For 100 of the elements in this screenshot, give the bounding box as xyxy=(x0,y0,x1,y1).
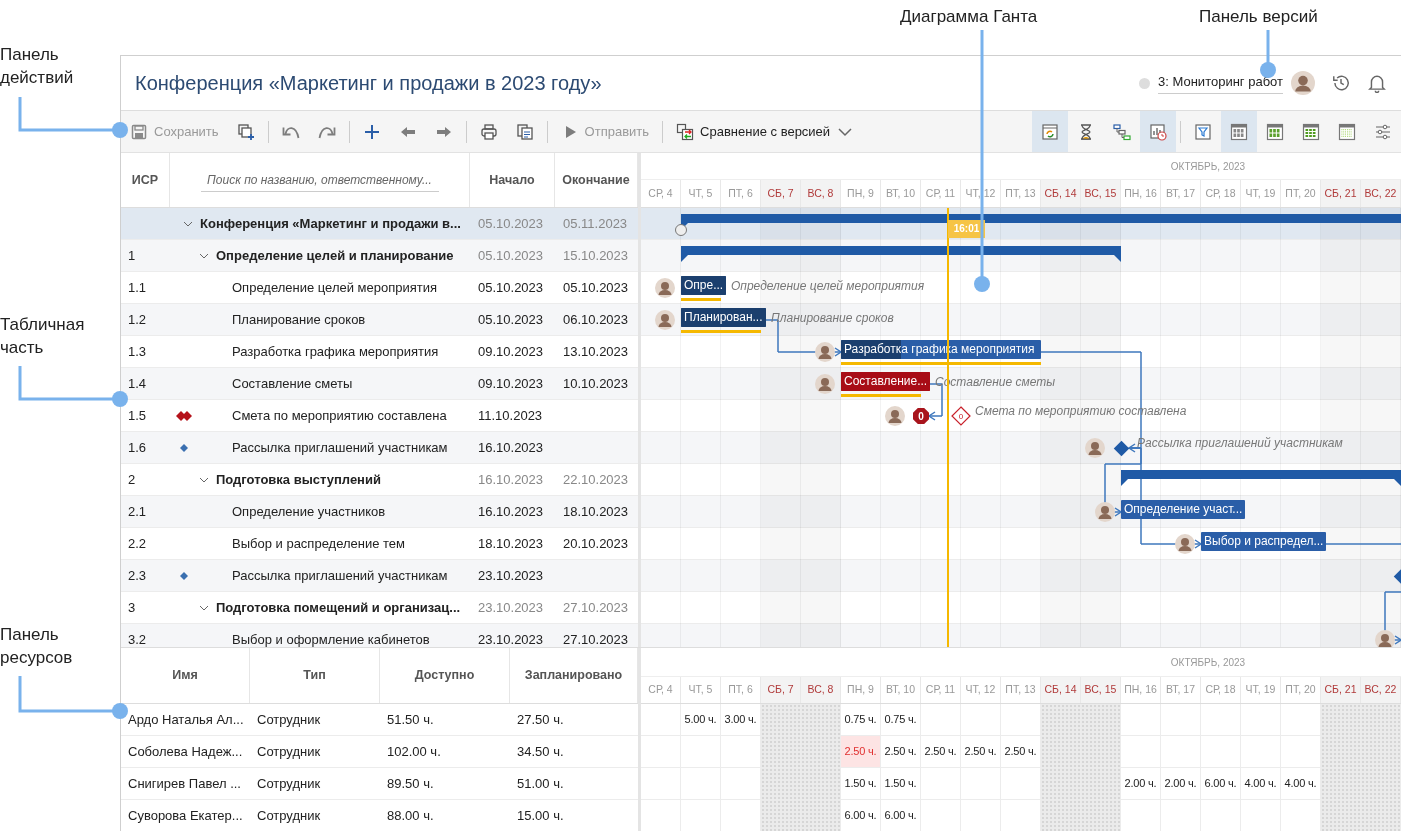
day-header: ВТ, 17 xyxy=(1161,677,1201,703)
start-date: 23.10.2023 xyxy=(477,567,544,583)
compare-icon xyxy=(676,122,695,141)
search-field[interactable]: Поиск по названию, ответственному... xyxy=(200,168,439,192)
hours-cell: 0.75 ч. xyxy=(881,704,921,735)
calendar-scale-button[interactable] xyxy=(1221,111,1257,152)
table-row[interactable]: 1.6 Рассылка приглашений участникам 16.10.2023 xyxy=(121,432,638,464)
table-row[interactable]: 1.4 Составление сметы 09.10.2023 10.10.2023 xyxy=(121,368,638,400)
task-name: Разработка графика мероприятия xyxy=(232,342,439,361)
end-date: 05.10.2023 xyxy=(562,279,629,295)
start-date: 05.10.2023 xyxy=(477,279,544,295)
start-date: 23.10.2023 xyxy=(477,599,544,615)
end-date: 20.10.2023 xyxy=(562,535,629,551)
table-row[interactable]: 3.2 Выбор и оформление кабинетов 23.10.2023 27.10.2023 xyxy=(121,624,638,647)
planned-hours: 34.50 ч. xyxy=(516,743,564,759)
task-name: Подготовка выступлений xyxy=(216,470,381,489)
month-label: ОКТЯБРЬ, 2023 xyxy=(1170,159,1246,174)
start-date: 05.10.2023 xyxy=(477,311,544,327)
day-header: СБ, 7 xyxy=(761,677,801,703)
task-name: Рассылка приглашений участникам xyxy=(232,438,448,457)
wbs-number: 1.2 xyxy=(127,311,147,327)
calendar-grid-icon xyxy=(1266,122,1284,141)
chart-clock-icon xyxy=(1149,122,1167,141)
wbs-number: 1 xyxy=(127,247,136,263)
month-label: ОКТЯБРЬ, 2023 xyxy=(1170,655,1246,670)
hours-cell: 0.75 ч. xyxy=(841,704,881,735)
table-row[interactable]: 1 Определение целей и планирование 05.10.2023 15.10.2023 xyxy=(121,240,638,272)
task-name: Планирование сроков xyxy=(232,310,366,329)
task-name: Выбор и оформление кабинетов xyxy=(232,630,430,647)
resource-name: Снигирев Павел ... xyxy=(127,775,241,791)
resource-name: Суворова Екатер... xyxy=(127,807,243,823)
hours-cell: 1.50 ч. xyxy=(841,768,881,799)
available-hours: 89.50 ч. xyxy=(386,775,434,791)
column-header: Тип xyxy=(303,667,326,685)
table-row[interactable]: 1.2 Планирование сроков 05.10.2023 06.10.2023 xyxy=(121,304,638,336)
callout-label: Панель действий xyxy=(0,44,75,89)
wbs-number: 1.4 xyxy=(127,375,147,391)
day-header: ЧТ, 12 xyxy=(961,180,1001,207)
task-bar[interactable]: Составление... xyxy=(841,372,931,391)
day-header: ВС, 22 xyxy=(1361,180,1401,207)
task-note: Определение целей мероприятия xyxy=(731,278,925,294)
calendar-refresh-icon xyxy=(1041,122,1059,141)
hours-cell: 2.50 ч. xyxy=(841,736,881,767)
start-date: 05.10.2023 xyxy=(477,247,544,263)
end-date: 06.10.2023 xyxy=(562,311,629,327)
day-header: ЧТ, 12 xyxy=(961,677,1001,703)
day-header: СБ, 21 xyxy=(1321,677,1361,703)
dependencies-icon xyxy=(1113,122,1131,141)
wbs-number: 1.6 xyxy=(127,439,147,455)
task-bar[interactable]: Опре... xyxy=(681,276,727,295)
hours-cell: 2.50 ч. xyxy=(881,736,921,767)
refresh-view-button[interactable] xyxy=(1032,111,1068,152)
available-hours: 102.00 ч. xyxy=(386,743,441,759)
history-icon[interactable] xyxy=(1331,73,1351,93)
resource-name: Ардо Наталья Ал... xyxy=(127,711,244,727)
hours-cell: 2.50 ч. xyxy=(921,736,961,767)
column-header: Окончание xyxy=(562,171,630,189)
day-header: СР, 4 xyxy=(641,677,681,703)
task-bar[interactable]: Планирован... xyxy=(681,308,766,327)
task-name: Конференция «Маркетинг и продажи в... xyxy=(200,214,461,233)
task-name: Определение целей мероприятия xyxy=(232,278,438,297)
save-icon xyxy=(130,122,148,141)
day-header: ВТ, 10 xyxy=(881,180,921,207)
baseline-milestone: 0 xyxy=(951,406,971,426)
hours-cell: 5.00 ч. xyxy=(681,704,721,735)
task-note: Планирование сроков xyxy=(771,310,894,326)
day-header: СР, 11 xyxy=(921,180,961,207)
compare-dropdown[interactable]: Сравнение с версией xyxy=(667,111,864,152)
resource-name: Соболева Надеж... xyxy=(127,743,243,759)
start-date: 16.10.2023 xyxy=(477,439,544,455)
callout-label: Диаграмма Ганта xyxy=(900,6,1038,28)
calendar-grid-icon xyxy=(1302,122,1320,141)
wbs-number: 1.5 xyxy=(127,407,147,423)
day-header: ВС, 22 xyxy=(1361,677,1401,703)
start-date: 23.10.2023 xyxy=(477,631,544,647)
task-name: Выбор и распределение тем xyxy=(232,534,406,553)
day-header: ПН, 9 xyxy=(841,180,881,207)
notification-bell-icon[interactable] xyxy=(1367,73,1387,93)
day-header: ВС, 8 xyxy=(801,180,841,207)
table-row[interactable]: 2.3 Рассылка приглашений участникам 23.10.2023 xyxy=(121,560,638,592)
end-date: 05.11.2023 xyxy=(562,215,628,231)
task-bar[interactable]: Определение участ... xyxy=(1121,500,1246,519)
task-bar[interactable]: Выбор и распредел... xyxy=(1201,532,1327,551)
printer-icon xyxy=(479,122,498,141)
calendar-grid-icon xyxy=(1230,122,1248,141)
chart-clock-button[interactable] xyxy=(1140,111,1176,152)
planned-hours: 27.50 ч. xyxy=(516,711,564,727)
end-date: 22.10.2023 xyxy=(562,471,629,487)
day-header: ВС, 8 xyxy=(801,677,841,703)
table-row[interactable]: Конференция «Маркетинг и продажи в... 05.10.2023 05.11.2023 xyxy=(121,208,638,240)
day-header: СР, 18 xyxy=(1201,180,1241,207)
end-date: 15.10.2023 xyxy=(562,247,629,263)
day-header: ЧТ, 19 xyxy=(1241,677,1281,703)
available-hours: 88.00 ч. xyxy=(386,807,434,823)
column-header: Доступно xyxy=(414,667,475,685)
table-row[interactable]: 2.1 Определение участников 16.10.2023 18.10.2023 xyxy=(121,496,638,528)
dependency-arrow xyxy=(1384,591,1401,645)
hours-cell: 2.00 ч. xyxy=(1121,768,1161,799)
day-header: ВТ, 17 xyxy=(1161,180,1201,207)
planned-hours: 15.00 ч. xyxy=(516,807,564,823)
